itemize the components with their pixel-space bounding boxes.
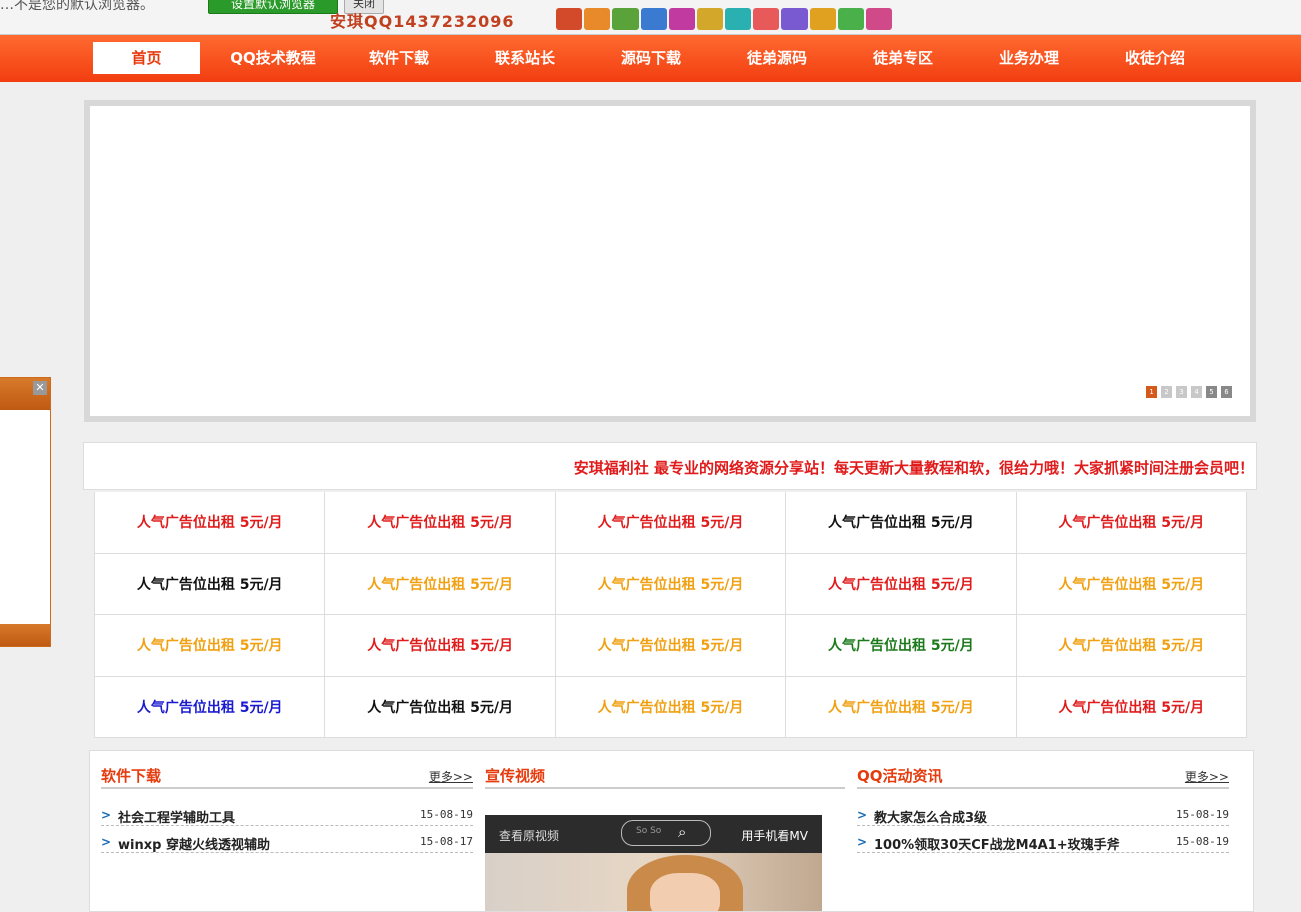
decorative-icon (668, 8, 695, 30)
arrow-icon: > (101, 808, 112, 822)
decorative-icon (584, 8, 611, 30)
floating-widget-footer (0, 624, 50, 646)
nav-source-download[interactable]: 源码下载 (588, 42, 714, 74)
slogan-text: 安琪福利社 最专业的网络资源分享站！每天更新大量教程和软，很给力哦！大家抓紧时间… (573, 459, 1254, 477)
slider-dot-2[interactable]: 2 (1161, 386, 1172, 398)
nav-qq-tutorials[interactable]: QQ技术教程 (210, 42, 336, 74)
ad-slot-11[interactable]: 人气广告位出租 5元/月 (95, 615, 326, 677)
ad-slot-1[interactable]: 人气广告位出租 5元/月 (95, 492, 326, 554)
view-original-video-link[interactable]: 查看原视频 (499, 827, 559, 844)
decorative-icon-strip (556, 8, 893, 30)
list-item[interactable]: > winxp 穿越火线透视辅助 15-08-17 (101, 826, 473, 853)
arrow-icon: > (101, 835, 112, 849)
ad-grid: 人气广告位出租 5元/月 人气广告位出租 5元/月 人气广告位出租 5元/月 人气广告… (94, 492, 1247, 738)
list-item[interactable]: > 教大家怎么合成3级 15-08-19 (857, 799, 1229, 826)
qq-news-panel-title: QQ活动资讯 (857, 767, 943, 785)
video-panel-header: 宣传视频 (485, 765, 845, 789)
arrow-icon: > (857, 835, 868, 849)
watch-on-mobile-link[interactable]: 用手机看MV (741, 827, 808, 844)
ad-slot-14[interactable]: 人气广告位出租 5元/月 (786, 615, 1017, 677)
list-item[interactable]: > 社会工程学辅助工具 15-08-19 (101, 799, 473, 826)
decorative-icon (640, 8, 667, 30)
ad-slot-6[interactable]: 人气广告位出租 5元/月 (95, 553, 326, 615)
decorative-icon (809, 8, 836, 30)
video-search-text: So So (636, 826, 662, 836)
video-panel: 宣传视频 (485, 765, 845, 789)
qq-news-more-link[interactable]: 更多>> (1185, 768, 1229, 785)
main-navigation: 首页 QQ技术教程 软件下载 联系站长 源码下载 徒弟源码 徒弟专区 业务办理 … (0, 35, 1301, 82)
list-item-title[interactable]: 教大家怎么合成3级 (874, 807, 987, 826)
ad-slot-12[interactable]: 人气广告位出租 5元/月 (325, 615, 556, 677)
software-panel: 软件下载 更多>> > 社会工程学辅助工具 15-08-19 > winxp 穿… (101, 765, 473, 853)
ad-slot-15[interactable]: 人气广告位出租 5元/月 (1016, 615, 1247, 677)
ad-slot-3[interactable]: 人气广告位出租 5元/月 (555, 492, 787, 554)
decorative-icon (696, 8, 724, 30)
contact-qq: 安琪QQ1437232096 (330, 12, 515, 31)
decorative-icon (725, 8, 752, 30)
qq-news-panel: QQ活动资讯 更多>> > 教大家怎么合成3级 15-08-19 > 100%领… (857, 765, 1229, 853)
video-thumbnail[interactable] (485, 853, 822, 911)
default-browser-note: …不是您的默认浏览器。 (0, 0, 154, 13)
banner-slider: 1 2 3 4 5 6 (84, 100, 1256, 422)
list-item-title[interactable]: 100%领取30天CF战龙M4A1+玫瑰手斧 (874, 834, 1120, 853)
ad-slot-9[interactable]: 人气广告位出租 5元/月 (786, 553, 1017, 615)
decorative-icon (865, 8, 893, 30)
video-toolbar: 查看原视频 So So ⌕ 用手机看MV (485, 815, 822, 853)
nav-home[interactable]: 首页 (93, 42, 200, 74)
list-item-title[interactable]: 社会工程学辅助工具 (118, 807, 235, 826)
ad-slot-8[interactable]: 人气广告位出租 5元/月 (555, 553, 787, 615)
decorative-icon (556, 8, 583, 30)
decorative-icon (837, 8, 864, 30)
list-item-date: 15-08-19 (420, 808, 473, 821)
ad-slot-13[interactable]: 人气广告位出租 5元/月 (555, 615, 787, 677)
ad-slot-10[interactable]: 人气广告位出租 5元/月 (1016, 553, 1247, 615)
decorative-icon (612, 8, 639, 30)
ad-slot-7[interactable]: 人气广告位出租 5元/月 (325, 553, 556, 615)
ad-slot-17[interactable]: 人气广告位出租 5元/月 (325, 676, 556, 738)
ad-slot-16[interactable]: 人气广告位出租 5元/月 (95, 676, 326, 738)
nav-contact-admin[interactable]: 联系站长 (462, 42, 588, 74)
browser-notification-bar: …不是您的默认浏览器。 设置默认浏览器 关闭 安琪QQ1437232096 (0, 0, 1301, 35)
nav-software-download[interactable]: 软件下载 (336, 42, 462, 74)
ad-slot-4[interactable]: 人气广告位出租 5元/月 (786, 492, 1017, 554)
thumbnail-face (650, 873, 720, 911)
nav-business[interactable]: 业务办理 (966, 42, 1092, 74)
slider-dot-1[interactable]: 1 (1146, 386, 1157, 398)
slogan-bar: 安琪福利社 最专业的网络资源分享站！每天更新大量教程和软，很给力哦！大家抓紧时间… (83, 442, 1257, 490)
video-search-box[interactable]: So So ⌕ (621, 820, 711, 846)
software-panel-title: 软件下载 (101, 767, 162, 785)
decorative-icon (781, 8, 808, 30)
ad-slot-5[interactable]: 人气广告位出租 5元/月 (1016, 492, 1247, 554)
ad-slot-20[interactable]: 人气广告位出租 5元/月 (1016, 676, 1247, 738)
slider-dot-6[interactable]: 6 (1221, 386, 1232, 398)
software-panel-header: 软件下载 更多>> (101, 765, 473, 789)
list-item-date: 15-08-17 (420, 835, 473, 848)
list-item[interactable]: > 100%领取30天CF战龙M4A1+玫瑰手斧 15-08-19 (857, 826, 1229, 853)
nav-apprentice-source[interactable]: 徒弟源码 (714, 42, 840, 74)
slider-dot-4[interactable]: 4 (1191, 386, 1202, 398)
close-icon[interactable]: ✕ (33, 381, 47, 395)
floating-side-widget: ✕ (0, 377, 51, 647)
ad-slot-18[interactable]: 人气广告位出租 5元/月 (555, 676, 787, 738)
video-panel-title: 宣传视频 (485, 767, 546, 785)
arrow-icon: > (857, 808, 868, 822)
ad-slot-2[interactable]: 人气广告位出租 5元/月 (325, 492, 556, 554)
list-item-title[interactable]: winxp 穿越火线透视辅助 (118, 834, 270, 853)
content-panels: 软件下载 更多>> > 社会工程学辅助工具 15-08-19 > winxp 穿… (89, 750, 1254, 912)
video-player[interactable]: 查看原视频 So So ⌕ 用手机看MV (485, 815, 822, 911)
software-more-link[interactable]: 更多>> (429, 768, 473, 785)
nav-apprentice-zone[interactable]: 徒弟专区 (840, 42, 966, 74)
list-item-date: 15-08-19 (1176, 835, 1229, 848)
decorative-icon (753, 8, 780, 30)
list-item-date: 15-08-19 (1176, 808, 1229, 821)
qq-news-panel-header: QQ活动资讯 更多>> (857, 765, 1229, 789)
set-default-browser-button[interactable]: 设置默认浏览器 (208, 0, 338, 14)
banner-image-area[interactable]: 1 2 3 4 5 6 (90, 106, 1250, 416)
slider-dot-3[interactable]: 3 (1176, 386, 1187, 398)
slider-dot-5[interactable]: 5 (1206, 386, 1217, 398)
search-icon[interactable]: ⌕ (678, 823, 686, 841)
nav-recruit-intro[interactable]: 收徒介绍 (1092, 42, 1218, 74)
ad-slot-19[interactable]: 人气广告位出租 5元/月 (786, 676, 1017, 738)
slider-pagination: 1 2 3 4 5 6 (1146, 386, 1232, 398)
